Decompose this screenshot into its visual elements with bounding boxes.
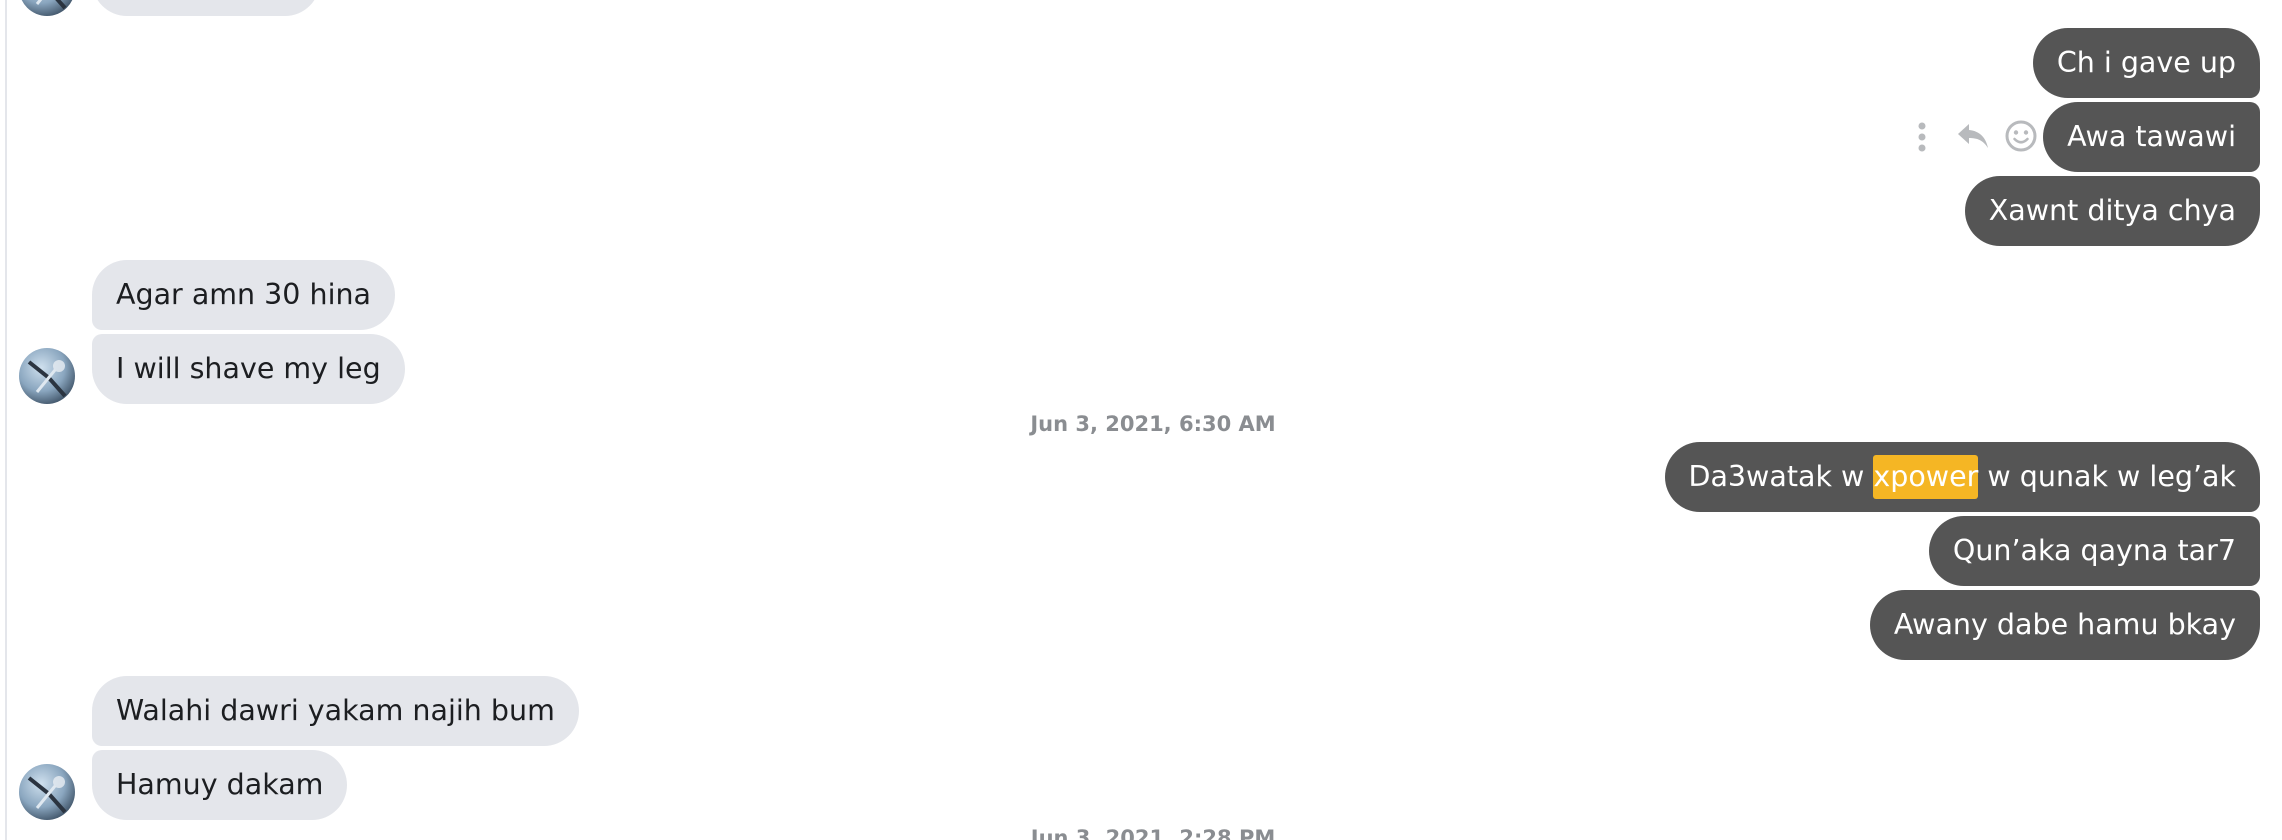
divider [5, 0, 7, 840]
message-hover-actions [1904, 116, 2044, 156]
contact-avatar[interactable] [19, 0, 75, 16]
message-text: w qunak w leg’ak [1978, 460, 2236, 493]
outgoing-message-bubble[interactable]: Ch i gave up [2032, 28, 2260, 98]
outgoing-message-bubble[interactable]: Awany dabe hamu bkay [1869, 590, 2260, 660]
search-highlight: xpower [1873, 455, 1979, 499]
incoming-message-bubble[interactable]: Walahi dawri yakam najih bum [92, 676, 579, 746]
outgoing-message-bubble[interactable]: Xawnt ditya chya [1964, 176, 2260, 246]
contact-avatar[interactable] [19, 764, 75, 820]
outgoing-message-bubble[interactable]: Awa tawawi [2043, 102, 2260, 172]
message-timestamp: Jun 3, 2021, 2:28 PM [1030, 826, 1276, 840]
incoming-message-bubble[interactable] [92, 0, 320, 16]
contact-avatar[interactable] [19, 348, 75, 404]
outgoing-message-bubble[interactable]: Da3watak w xpower w qunak w leg’ak [1664, 442, 2260, 512]
react-emoji-icon[interactable] [2004, 119, 2038, 153]
incoming-message-bubble[interactable]: I will shave my leg [92, 334, 405, 404]
reply-icon[interactable] [1956, 122, 1990, 150]
incoming-message-bubble[interactable]: Hamuy dakam [92, 750, 348, 820]
message-thread: Ch i gave up Awa tawawi Xawnt ditya chya… [0, 0, 2282, 840]
more-options-icon[interactable] [1916, 122, 1928, 152]
incoming-message-bubble[interactable]: Agar amn 30 hina [92, 260, 396, 330]
message-text: Da3watak w [1688, 460, 1874, 493]
message-timestamp: Jun 3, 2021, 6:30 AM [1030, 412, 1276, 436]
outgoing-message-bubble[interactable]: Qun’aka qayna tar7 [1928, 516, 2260, 586]
